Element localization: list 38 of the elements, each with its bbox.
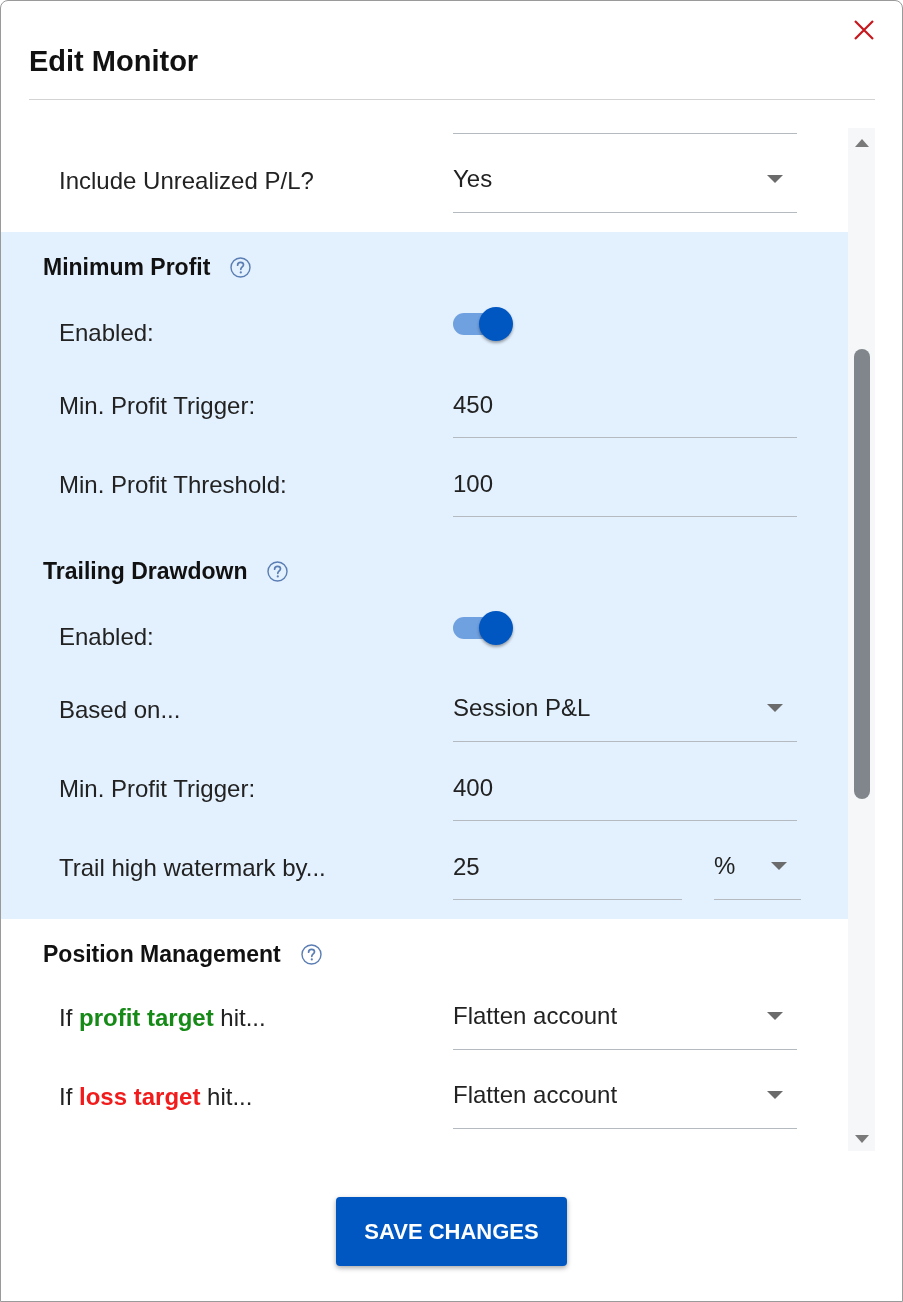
field-label: Min. Profit Trigger: (59, 774, 257, 804)
text-field[interactable]: 25 (453, 840, 682, 900)
scroll-down-icon[interactable] (854, 1135, 869, 1143)
field-label: If profit target hit... (59, 1003, 267, 1033)
caret-icon (767, 704, 783, 712)
help-icon[interactable] (300, 943, 322, 965)
field-label: Min. Profit Threshold: (59, 470, 288, 500)
help-icon[interactable] (230, 256, 252, 278)
select-field[interactable]: Yes (453, 153, 797, 213)
help-icon[interactable] (267, 560, 289, 582)
section-heading: Position Management (43, 940, 281, 969)
save-button[interactable]: SAVE CHANGES (336, 1197, 567, 1266)
field-label: If loss target hit... (59, 1082, 254, 1112)
text-field[interactable]: 100 (453, 457, 797, 517)
select-field[interactable]: % (714, 840, 801, 900)
dialog-title: Edit Monitor (29, 44, 199, 79)
scrollbar-thumb[interactable] (853, 349, 870, 799)
toggle-switch[interactable] (453, 611, 513, 645)
section-heading: Trailing Drawdown (43, 557, 248, 586)
caret-icon (767, 1091, 783, 1099)
field-label: Include Unrealized P/L? (59, 166, 315, 196)
select-field[interactable]: Flatten account (453, 1069, 797, 1129)
caret-icon (767, 175, 783, 183)
scroll-up-icon[interactable] (854, 139, 869, 147)
field-label: Enabled: (59, 622, 155, 652)
toggle-switch[interactable] (453, 307, 513, 341)
select-field[interactable]: Session P&L (453, 682, 797, 742)
close-icon[interactable] (853, 19, 875, 41)
text-field[interactable]: 400 (453, 761, 797, 821)
field-label: Trail high watermark by... (59, 853, 327, 883)
section-heading: Minimum Profit (43, 253, 211, 282)
select-field[interactable]: Flatten account (453, 990, 797, 1050)
field-label: Min. Profit Trigger: (59, 391, 257, 421)
field-label: Enabled: (59, 318, 155, 348)
caret-icon (771, 862, 787, 870)
caret-icon (767, 1012, 783, 1020)
text-field[interactable]: 450 (453, 378, 797, 438)
field-label: Based on... (59, 695, 182, 725)
